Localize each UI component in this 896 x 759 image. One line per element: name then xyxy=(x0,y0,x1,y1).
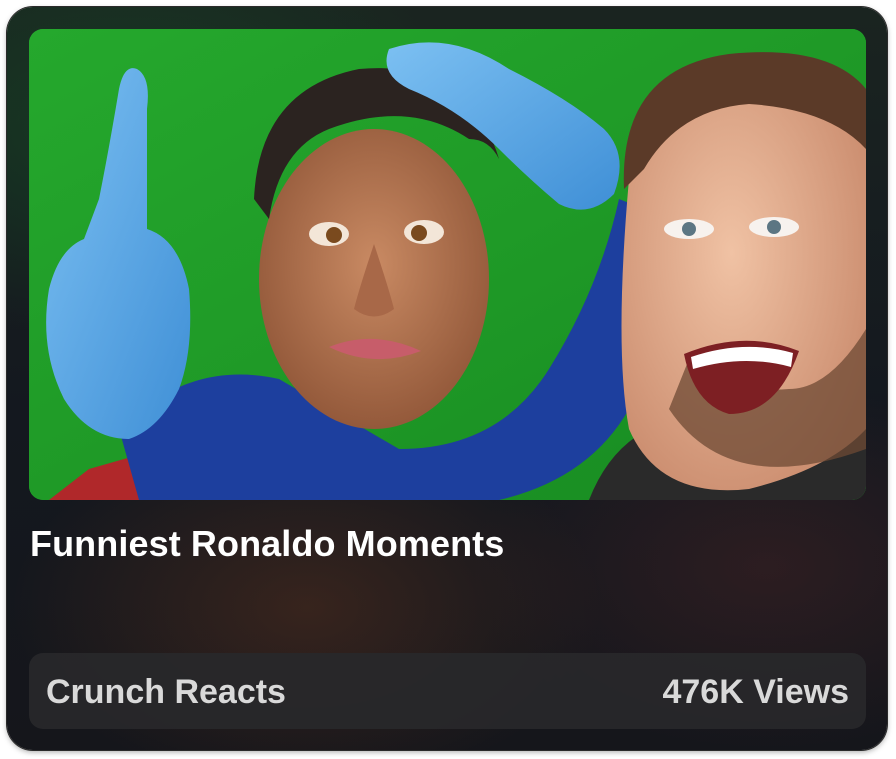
video-meta-bar: Crunch Reacts 476K Views xyxy=(29,653,866,729)
video-card[interactable]: Funniest Ronaldo Moments Crunch Reacts 4… xyxy=(7,7,887,750)
video-title[interactable]: Funniest Ronaldo Moments xyxy=(30,523,850,565)
view-count: 476K Views xyxy=(662,673,849,711)
video-thumbnail[interactable] xyxy=(29,29,866,500)
thumbnail-image xyxy=(29,29,866,500)
channel-name[interactable]: Crunch Reacts xyxy=(46,673,286,712)
